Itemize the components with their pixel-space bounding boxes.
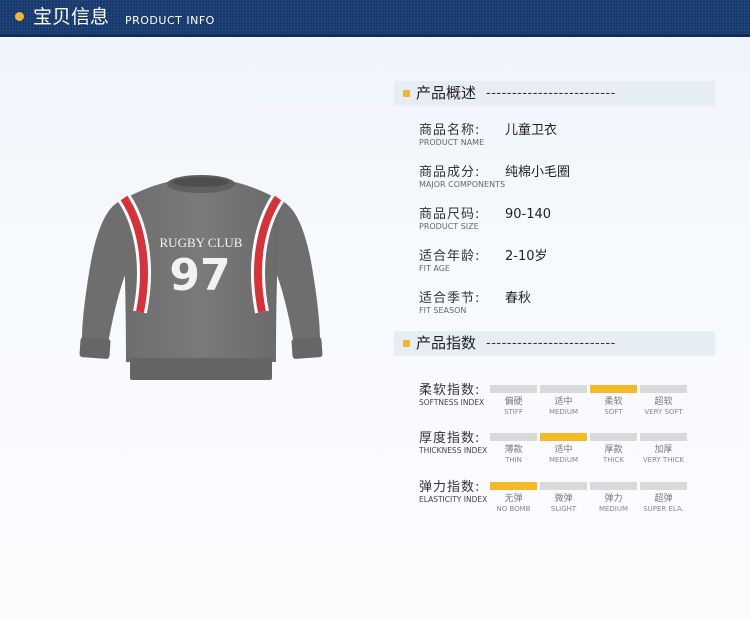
level-label-cn: 加厚 (654, 445, 673, 455)
level-very-thick: 加厚 VERY THICK (640, 433, 687, 465)
level-label-cn: 超弹 (654, 494, 673, 504)
level-label-cn: 适中 (554, 397, 573, 407)
level-label-en: THIN (505, 456, 522, 464)
index-label-cn: 厚度指数: (419, 431, 481, 446)
row-label-cn: 适合季节: (419, 291, 481, 306)
level-bar (640, 433, 687, 441)
level-bar (490, 433, 537, 441)
row-value: 2-10岁 (505, 249, 548, 264)
level-label-cn: 厚款 (604, 445, 623, 455)
level-bar (490, 482, 537, 490)
level-super-elastic: 超弹 SUPER ELA. (640, 482, 687, 514)
indices-section-header: 产品指数 ------------------------- (394, 331, 715, 356)
row-label-en: FIT AGE (419, 264, 450, 273)
level-bar (590, 482, 637, 490)
row-label-cn: 适合年龄: (419, 249, 481, 264)
level-label-cn: 无弹 (504, 494, 523, 504)
level-label-cn: 薄款 (504, 445, 523, 455)
level-label-en: SUPER ELA. (643, 505, 684, 513)
row-value: 90-140 (505, 207, 552, 222)
row-label-cn: 商品名称: (419, 123, 481, 138)
index-label-en: SOFTNESS INDEX (419, 398, 485, 407)
level-label-cn: 超软 (654, 397, 673, 407)
row-value: 春秋 (505, 291, 532, 306)
level-no-bomb: 无弹 NO BOMB (490, 482, 537, 514)
level-label-cn: 偏硬 (504, 397, 523, 407)
overview-section-header: 产品概述 ------------------------- (394, 81, 715, 106)
indices-dashes: ------------------------- (486, 336, 616, 351)
level-label-cn: 适中 (554, 445, 573, 455)
level-bar (540, 433, 587, 441)
row-label-en: MAJOR COMPONENTS (419, 180, 506, 189)
row-label-en: FIT SEASON (419, 306, 467, 315)
print-number: 97 (169, 250, 230, 301)
indices-bullet-icon (403, 340, 410, 347)
level-label-en: STIFF (504, 408, 523, 416)
product-image: RUGBY CLUB 97 (79, 175, 323, 380)
level-bar (490, 385, 537, 393)
overview-bullet-icon (403, 90, 410, 97)
level-medium: 适中 MEDIUM (540, 433, 587, 465)
row-label-cn: 商品成分: (419, 165, 481, 180)
level-thin: 薄款 THIN (490, 433, 537, 465)
header-title-cn: 宝贝信息 (33, 6, 110, 28)
level-label-cn: 微弹 (554, 494, 573, 504)
header-title-en: PRODUCT INFO (125, 14, 215, 27)
index-label-cn: 弹力指数: (419, 480, 481, 495)
level-medium: 适中 MEDIUM (540, 385, 587, 417)
level-label-en: SLIGHT (550, 505, 577, 513)
row-label-cn: 商品尺码: (419, 207, 481, 222)
level-bar (590, 385, 637, 393)
indices-title: 产品指数 (416, 334, 477, 352)
level-soft: 柔软 SOFT (590, 385, 637, 417)
row-label-en: PRODUCT SIZE (419, 222, 479, 231)
level-bar (540, 385, 587, 393)
section-header: 宝贝信息 PRODUCT INFO (0, 0, 750, 37)
index-label-en: ELASTICITY INDEX (419, 495, 488, 504)
level-bar (640, 385, 687, 393)
level-stiff: 偏硬 STIFF (490, 385, 537, 417)
level-label-en: MEDIUM (598, 505, 629, 513)
level-thick: 厚款 THICK (590, 433, 637, 465)
print-text: RUGBY CLUB (160, 235, 243, 250)
overview-title: 产品概述 (416, 84, 477, 102)
level-label-en: MEDIUM (548, 408, 579, 416)
level-bar (540, 482, 587, 490)
index-label-cn: 柔软指数: (419, 383, 481, 398)
level-bar (590, 433, 637, 441)
row-label-en: PRODUCT NAME (419, 138, 485, 147)
index-label-en: THICKNESS INDEX (419, 446, 488, 455)
level-label-cn: 弹力 (604, 494, 623, 504)
level-very-soft: 超软 VERY SOFT (640, 385, 687, 417)
row-value: 纯棉小毛圈 (505, 165, 571, 180)
level-medium: 弹力 MEDIUM (590, 482, 637, 514)
level-slight: 微弹 SLIGHT (540, 482, 587, 514)
overview-dashes: ------------------------- (486, 86, 616, 101)
row-value: 儿童卫衣 (505, 123, 558, 138)
level-label-en: MEDIUM (548, 456, 579, 464)
header-dot-icon (15, 12, 24, 21)
level-bar (640, 482, 687, 490)
level-label-en: THICK (602, 456, 625, 464)
level-label-en: SOFT (604, 408, 623, 416)
level-label-en: VERY SOFT (644, 408, 683, 416)
level-label-cn: 柔软 (604, 397, 623, 407)
level-label-en: VERY THICK (642, 456, 685, 464)
level-label-en: NO BOMB (496, 505, 531, 513)
